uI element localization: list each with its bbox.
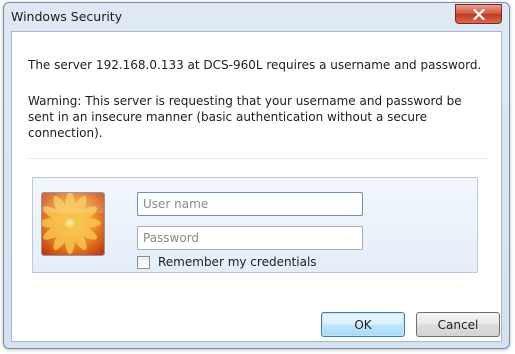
remember-credentials[interactable]: Remember my credentials (137, 255, 317, 269)
server-message: The server 192.168.0.133 at DCS-960L req… (28, 58, 482, 72)
username-input[interactable] (137, 192, 363, 216)
security-dialog: Windows Security The server 192.168.0.13… (3, 2, 510, 349)
password-input[interactable] (137, 226, 363, 250)
warning-message: Warning: This server is requesting that … (28, 94, 462, 140)
divider (28, 158, 488, 159)
title-bar[interactable]: Windows Security (4, 3, 509, 31)
remember-checkbox[interactable] (137, 255, 150, 269)
dialog-title: Windows Security (11, 9, 123, 24)
close-button[interactable] (455, 4, 502, 24)
dialog-body: The server 192.168.0.133 at DCS-960L req… (11, 31, 502, 342)
close-icon (472, 8, 485, 20)
cancel-button[interactable]: Cancel (416, 312, 500, 337)
flower-user-tile-icon (41, 192, 105, 256)
remember-label[interactable]: Remember my credentials (158, 255, 317, 269)
credential-tile: Remember my credentials (32, 177, 478, 273)
ok-button[interactable]: OK (321, 312, 405, 337)
